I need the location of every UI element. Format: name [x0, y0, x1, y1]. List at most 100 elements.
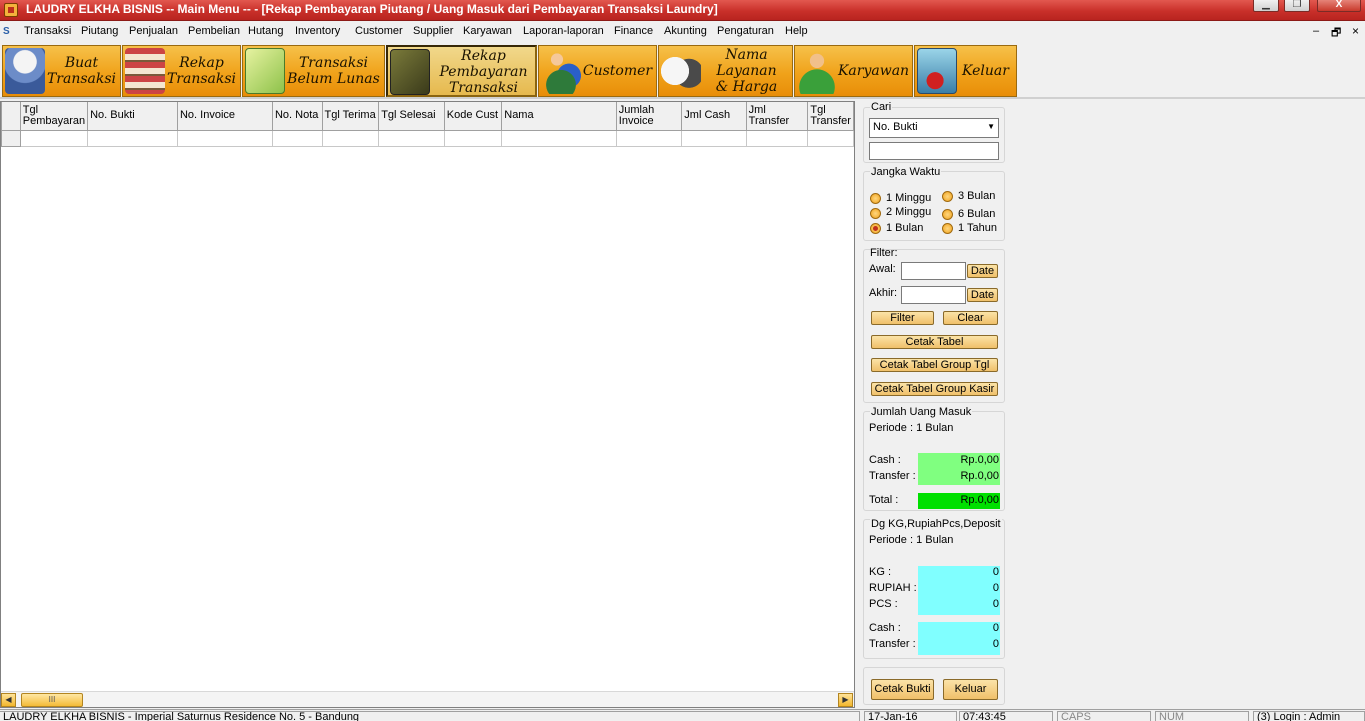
keluar-button[interactable]: Keluar	[943, 679, 998, 700]
data-grid[interactable]: Tgl Pembayaran No. Bukti No. Invoice No.…	[0, 101, 855, 708]
table-cell[interactable]	[176, 129, 273, 147]
horizontal-scrollbar[interactable]: ◀ III ▶	[1, 691, 854, 707]
radio-1-minggu[interactable]	[870, 193, 881, 204]
keluar-toolbar-button[interactable]: Keluar	[914, 45, 1017, 97]
col-no-invoice[interactable]: No. Invoice	[176, 102, 273, 131]
table-cell[interactable]	[87, 129, 178, 147]
grid-header-row: Tgl Pembayaran No. Bukti No. Invoice No.…	[1, 102, 854, 131]
mdi-close-button[interactable]: ×	[1352, 24, 1359, 38]
row-header-cell[interactable]	[1, 129, 21, 147]
table-cell[interactable]	[443, 129, 503, 147]
deposit-cash-value: 0	[992, 622, 999, 634]
mdi-restore-button[interactable]: 🗗	[1331, 24, 1341, 43]
filter-button[interactable]: Filter	[871, 311, 934, 325]
scroll-thumb[interactable]: III	[21, 693, 83, 707]
akhir-date-button[interactable]: Date	[967, 288, 998, 302]
menu-laporan[interactable]: Laporan-laporan	[523, 25, 604, 37]
karyawan-button[interactable]: Karyawan	[794, 45, 913, 97]
cetak-bukti-button[interactable]: Cetak Bukti	[871, 679, 934, 700]
minimize-button[interactable]: ▁	[1253, 0, 1279, 12]
menu-pembelian[interactable]: Pembelian	[188, 25, 240, 37]
col-jml-cash[interactable]: Jml Cash	[681, 102, 747, 131]
menu-karyawan[interactable]: Karyawan	[463, 25, 512, 37]
col-tgl-terima[interactable]: Tgl Terima	[321, 102, 380, 131]
col-jml-transfer[interactable]: Jml Transfer	[745, 102, 809, 131]
radio-2-minggu[interactable]	[870, 208, 881, 219]
menu-transaksi[interactable]: Transaksi	[24, 25, 71, 37]
scroll-right-arrow[interactable]: ▶	[838, 693, 853, 707]
col-no-bukti[interactable]: No. Bukti	[87, 102, 178, 131]
radio-3-bulan[interactable]	[942, 191, 953, 202]
table-cell[interactable]	[321, 129, 380, 147]
chevron-down-icon[interactable]: ▼	[987, 122, 995, 131]
menu-akunting[interactable]: Akunting	[664, 25, 707, 37]
table-cell[interactable]	[807, 129, 854, 147]
action-group: Cetak Bukti Keluar	[863, 667, 1005, 705]
search-input[interactable]	[869, 142, 999, 160]
transaksi-belum-lunas-button[interactable]: Transaksi Belum Lunas	[242, 45, 385, 97]
col-tgl-selesai[interactable]: Tgl Selesai	[378, 102, 445, 131]
rekap-transaksi-button[interactable]: Rekap Transaksi	[122, 45, 241, 97]
menu-hutang[interactable]: Hutang	[248, 25, 283, 37]
close-button[interactable]: X	[1317, 0, 1361, 12]
transaksi-belum-lunas-label: Transaksi Belum Lunas	[287, 55, 380, 87]
table-cell[interactable]	[19, 129, 89, 147]
buat-transaksi-button[interactable]: Buat Transaksi	[2, 45, 121, 97]
rekap-transaksi-label: Rekap Transaksi	[166, 55, 237, 87]
menu-penjualan[interactable]: Penjualan	[129, 25, 178, 37]
radio-6-bulan[interactable]	[942, 209, 953, 220]
menu-pengaturan[interactable]: Pengaturan	[717, 25, 774, 37]
customer-label: Customer	[582, 63, 653, 79]
col-nama[interactable]: Nama	[501, 102, 617, 131]
menu-customer[interactable]: Customer	[355, 25, 403, 37]
menu-bar: S Transaksi Piutang Penjualan Pembelian …	[0, 22, 1365, 42]
table-cell[interactable]	[745, 129, 809, 147]
scroll-left-arrow[interactable]: ◀	[1, 693, 16, 707]
menu-supplier[interactable]: Supplier	[413, 25, 453, 37]
cetak-tabel-group-kasir-button[interactable]: Cetak Tabel Group Kasir	[871, 382, 998, 396]
menu-help[interactable]: Help	[785, 25, 808, 37]
awal-date-button[interactable]: Date	[967, 264, 998, 278]
col-kode-cust[interactable]: Kode Cust	[443, 102, 503, 131]
akhir-date-input[interactable]	[901, 286, 966, 304]
table-cell[interactable]	[501, 129, 617, 147]
radio-1-bulan-label: 1 Bulan	[886, 222, 924, 234]
employee-icon	[797, 48, 837, 94]
maximize-button[interactable]: ❐	[1284, 0, 1310, 12]
radio-1-tahun[interactable]	[942, 223, 953, 234]
rekap-pembayaran-transaksi-button[interactable]: Rekap Pembayaran Transaksi	[386, 45, 537, 97]
menu-piutang[interactable]: Piutang	[81, 25, 118, 37]
karyawan-label: Karyawan	[837, 63, 910, 79]
table-cell[interactable]	[271, 129, 323, 147]
menu-finance[interactable]: Finance	[614, 25, 653, 37]
uang-masuk-periode: Periode : 1 Bulan	[869, 422, 954, 434]
tshirt-icon	[661, 48, 701, 94]
col-tgl-pembayaran[interactable]: Tgl Pembayaran	[19, 102, 89, 131]
table-row[interactable]	[1, 129, 854, 147]
table-cell[interactable]	[681, 129, 747, 147]
cetak-tabel-button[interactable]: Cetak Tabel	[871, 335, 998, 349]
total-label: Total :	[869, 494, 899, 506]
nama-layanan-harga-button[interactable]: Nama Layanan & Harga	[658, 45, 793, 97]
col-jumlah-invoice[interactable]: Jumlah Invoice	[615, 102, 683, 131]
radio-1-bulan[interactable]	[870, 223, 881, 234]
col-tgl-transfer[interactable]: Tgl Transfer	[807, 102, 854, 131]
status-bar: LAUDRY ELKHA BISNIS - Imperial Saturnus …	[0, 709, 1365, 721]
filter-title: Filter:	[870, 247, 898, 259]
customer-button[interactable]: Customer	[538, 45, 657, 97]
uang-masuk-title: Jumlah Uang Masuk	[870, 406, 973, 418]
table-cell[interactable]	[615, 129, 683, 147]
total-value: Rp.0,00	[918, 493, 1000, 509]
clear-button[interactable]: Clear	[943, 311, 998, 325]
mdi-minimize-button[interactable]: –	[1313, 25, 1319, 37]
menu-inventory[interactable]: Inventory	[295, 25, 340, 37]
grid-corner-cell[interactable]	[1, 102, 21, 131]
search-field-select[interactable]: No. Bukti ▼	[869, 118, 999, 138]
table-cell[interactable]	[378, 129, 445, 147]
mdi-child-icon[interactable]: S	[3, 26, 15, 38]
awal-date-input[interactable]	[901, 262, 966, 280]
app-icon[interactable]	[4, 3, 18, 17]
cetak-tabel-group-tgl-button[interactable]: Cetak Tabel Group Tgl	[871, 358, 998, 372]
col-no-nota[interactable]: No. Nota	[271, 102, 323, 131]
uang-masuk-group: Jumlah Uang Masuk Periode : 1 Bulan Cash…	[863, 406, 1005, 511]
